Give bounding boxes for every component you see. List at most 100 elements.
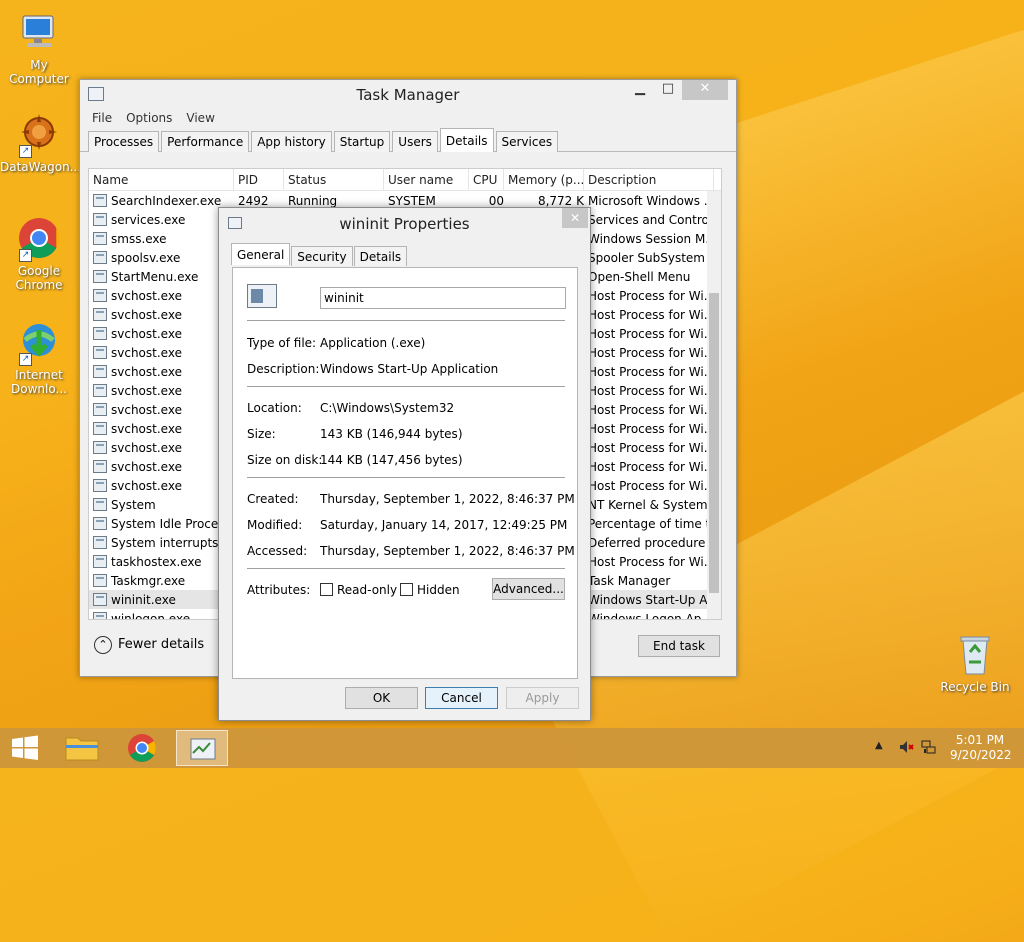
column-pid[interactable]: PID	[234, 169, 284, 191]
cell-desc: Host Process for Wi...	[588, 421, 714, 436]
checkbox-box[interactable]	[400, 583, 413, 596]
process-icon	[93, 231, 107, 245]
process-name: svchost.exe	[111, 345, 182, 360]
tab-general[interactable]: General	[231, 243, 291, 265]
column-status[interactable]: Status	[284, 169, 384, 191]
properties-close-button[interactable]: ✕	[562, 208, 588, 228]
taskbar-chrome[interactable]	[116, 730, 168, 766]
properties-dialog: wininit Properties ✕ General Security De…	[218, 207, 591, 721]
description-label: Description:	[247, 362, 320, 376]
menu-view[interactable]: View	[186, 111, 214, 127]
cell-desc: Task Manager	[588, 573, 671, 588]
cell-cpu: 00	[488, 193, 504, 208]
tab-performance[interactable]: Performance	[161, 131, 250, 152]
advanced-button[interactable]: Advanced...	[492, 578, 565, 600]
cell-name: winlogon.exe	[89, 611, 234, 619]
desktop-icon-recycle-bin[interactable]: Recycle Bin	[936, 632, 1014, 694]
process-icon	[93, 459, 107, 473]
maximize-button[interactable]: □	[654, 80, 682, 100]
desktop-icon-google-chrome[interactable]: ↗ Google Chrome	[0, 216, 78, 292]
cell-mem: 8,772 K	[537, 193, 584, 208]
column-name[interactable]: Name	[89, 169, 234, 191]
process-name: svchost.exe	[111, 364, 182, 379]
cell-name: svchost.exe	[89, 459, 234, 474]
cell-name: wininit.exe	[89, 592, 234, 607]
tab-security[interactable]: Security	[291, 246, 353, 266]
desktop-icon-label: Google Chrome	[15, 264, 63, 292]
process-name: System	[111, 497, 156, 512]
chrome-icon	[128, 734, 156, 762]
taskbar-file-explorer[interactable]	[56, 730, 108, 766]
tab-app-history[interactable]: App history	[251, 131, 332, 152]
close-button[interactable]: ✕	[682, 80, 728, 100]
separator	[247, 386, 565, 387]
process-list-header: Name PID Status User name CPU Memory (p.…	[89, 169, 721, 191]
task-manager-icon	[190, 738, 216, 760]
clock-date: 9/20/2022	[950, 748, 1012, 762]
properties-titlebar[interactable]: wininit Properties ✕	[219, 208, 590, 238]
modified-value: Saturday, January 14, 2017, 12:49:25 PM	[320, 518, 568, 532]
process-icon	[93, 440, 107, 454]
tab-strip: Processes Performance App history Startu…	[80, 128, 736, 152]
tab-processes[interactable]: Processes	[88, 131, 160, 152]
cell-desc: Windows Start-Up A...	[588, 592, 714, 607]
shortcut-arrow-icon: ↗	[19, 353, 32, 366]
taskbar: ▲ 5:01 PM 9/20/2022	[0, 728, 1024, 768]
process-icon	[93, 212, 107, 226]
ok-button[interactable]: OK	[345, 687, 418, 709]
process-icon	[93, 193, 107, 207]
desktop-icon-datawagon[interactable]: ↗ DataWagon...	[0, 112, 81, 174]
properties-tabs: General Security Details	[231, 243, 408, 266]
process-icon	[93, 307, 107, 321]
fewer-details-toggle[interactable]: ⌃ Fewer details	[94, 636, 204, 654]
vertical-scrollbar[interactable]	[707, 191, 721, 619]
tab-startup[interactable]: Startup	[333, 131, 391, 152]
process-icon	[93, 611, 107, 619]
clock[interactable]: 5:01 PM 9/20/2022	[950, 733, 1012, 763]
apply-button[interactable]: Apply	[506, 687, 579, 709]
tab-services[interactable]: Services	[495, 131, 559, 152]
cell-desc: Windows Session M...	[588, 231, 714, 246]
task-manager-titlebar[interactable]: Task Manager ▁ □ ✕	[80, 80, 736, 108]
column-user-name[interactable]: User name	[384, 169, 469, 191]
process-icon	[93, 535, 107, 549]
cell-name: svchost.exe	[89, 326, 234, 341]
hidden-checkbox[interactable]: Hidden	[400, 583, 460, 597]
volume-muted-icon[interactable]	[898, 739, 914, 755]
tab-users[interactable]: Users	[392, 131, 438, 152]
process-icon	[93, 288, 107, 302]
chrome-icon: ↗	[17, 216, 61, 262]
column-cpu[interactable]: CPU	[469, 169, 504, 191]
network-icon[interactable]	[921, 739, 937, 755]
readonly-checkbox[interactable]: Read-only	[320, 583, 397, 597]
cell-desc: Host Process for Wi...	[588, 383, 714, 398]
desktop-icon-internet-download-manager[interactable]: ↗ Internet Downlo...	[0, 320, 78, 396]
menu-file[interactable]: File	[92, 111, 112, 127]
shortcut-arrow-icon: ↗	[19, 145, 32, 158]
desktop-icon-my-computer[interactable]: My Computer	[0, 10, 78, 86]
cell-desc: Host Process for Wi...	[588, 345, 714, 360]
start-button[interactable]	[0, 730, 52, 766]
process-icon	[93, 402, 107, 416]
tab-details[interactable]: Details	[439, 128, 494, 152]
show-hidden-icons-button[interactable]: ▲	[875, 740, 883, 751]
column-description[interactable]: Description	[584, 169, 714, 191]
accessed-label: Accessed:	[247, 544, 308, 558]
end-task-button[interactable]: End task	[638, 635, 720, 657]
checkbox-box[interactable]	[320, 583, 333, 596]
cell-name: svchost.exe	[89, 345, 234, 360]
process-name: svchost.exe	[111, 326, 182, 341]
process-icon	[93, 421, 107, 435]
process-name: System interrupts	[111, 535, 219, 550]
taskbar-task-manager[interactable]	[176, 730, 228, 766]
menu-options[interactable]: Options	[126, 111, 172, 127]
process-name: svchost.exe	[111, 307, 182, 322]
folder-icon	[65, 737, 99, 761]
process-name: SearchIndexer.exe	[111, 193, 222, 208]
scrollbar-thumb[interactable]	[709, 293, 719, 593]
cancel-button[interactable]: Cancel	[425, 687, 498, 709]
tab-details-props[interactable]: Details	[353, 246, 408, 266]
filename-field[interactable]	[320, 287, 566, 309]
column-memory[interactable]: Memory (p...	[504, 169, 584, 191]
minimize-button[interactable]: ▁	[626, 80, 654, 100]
